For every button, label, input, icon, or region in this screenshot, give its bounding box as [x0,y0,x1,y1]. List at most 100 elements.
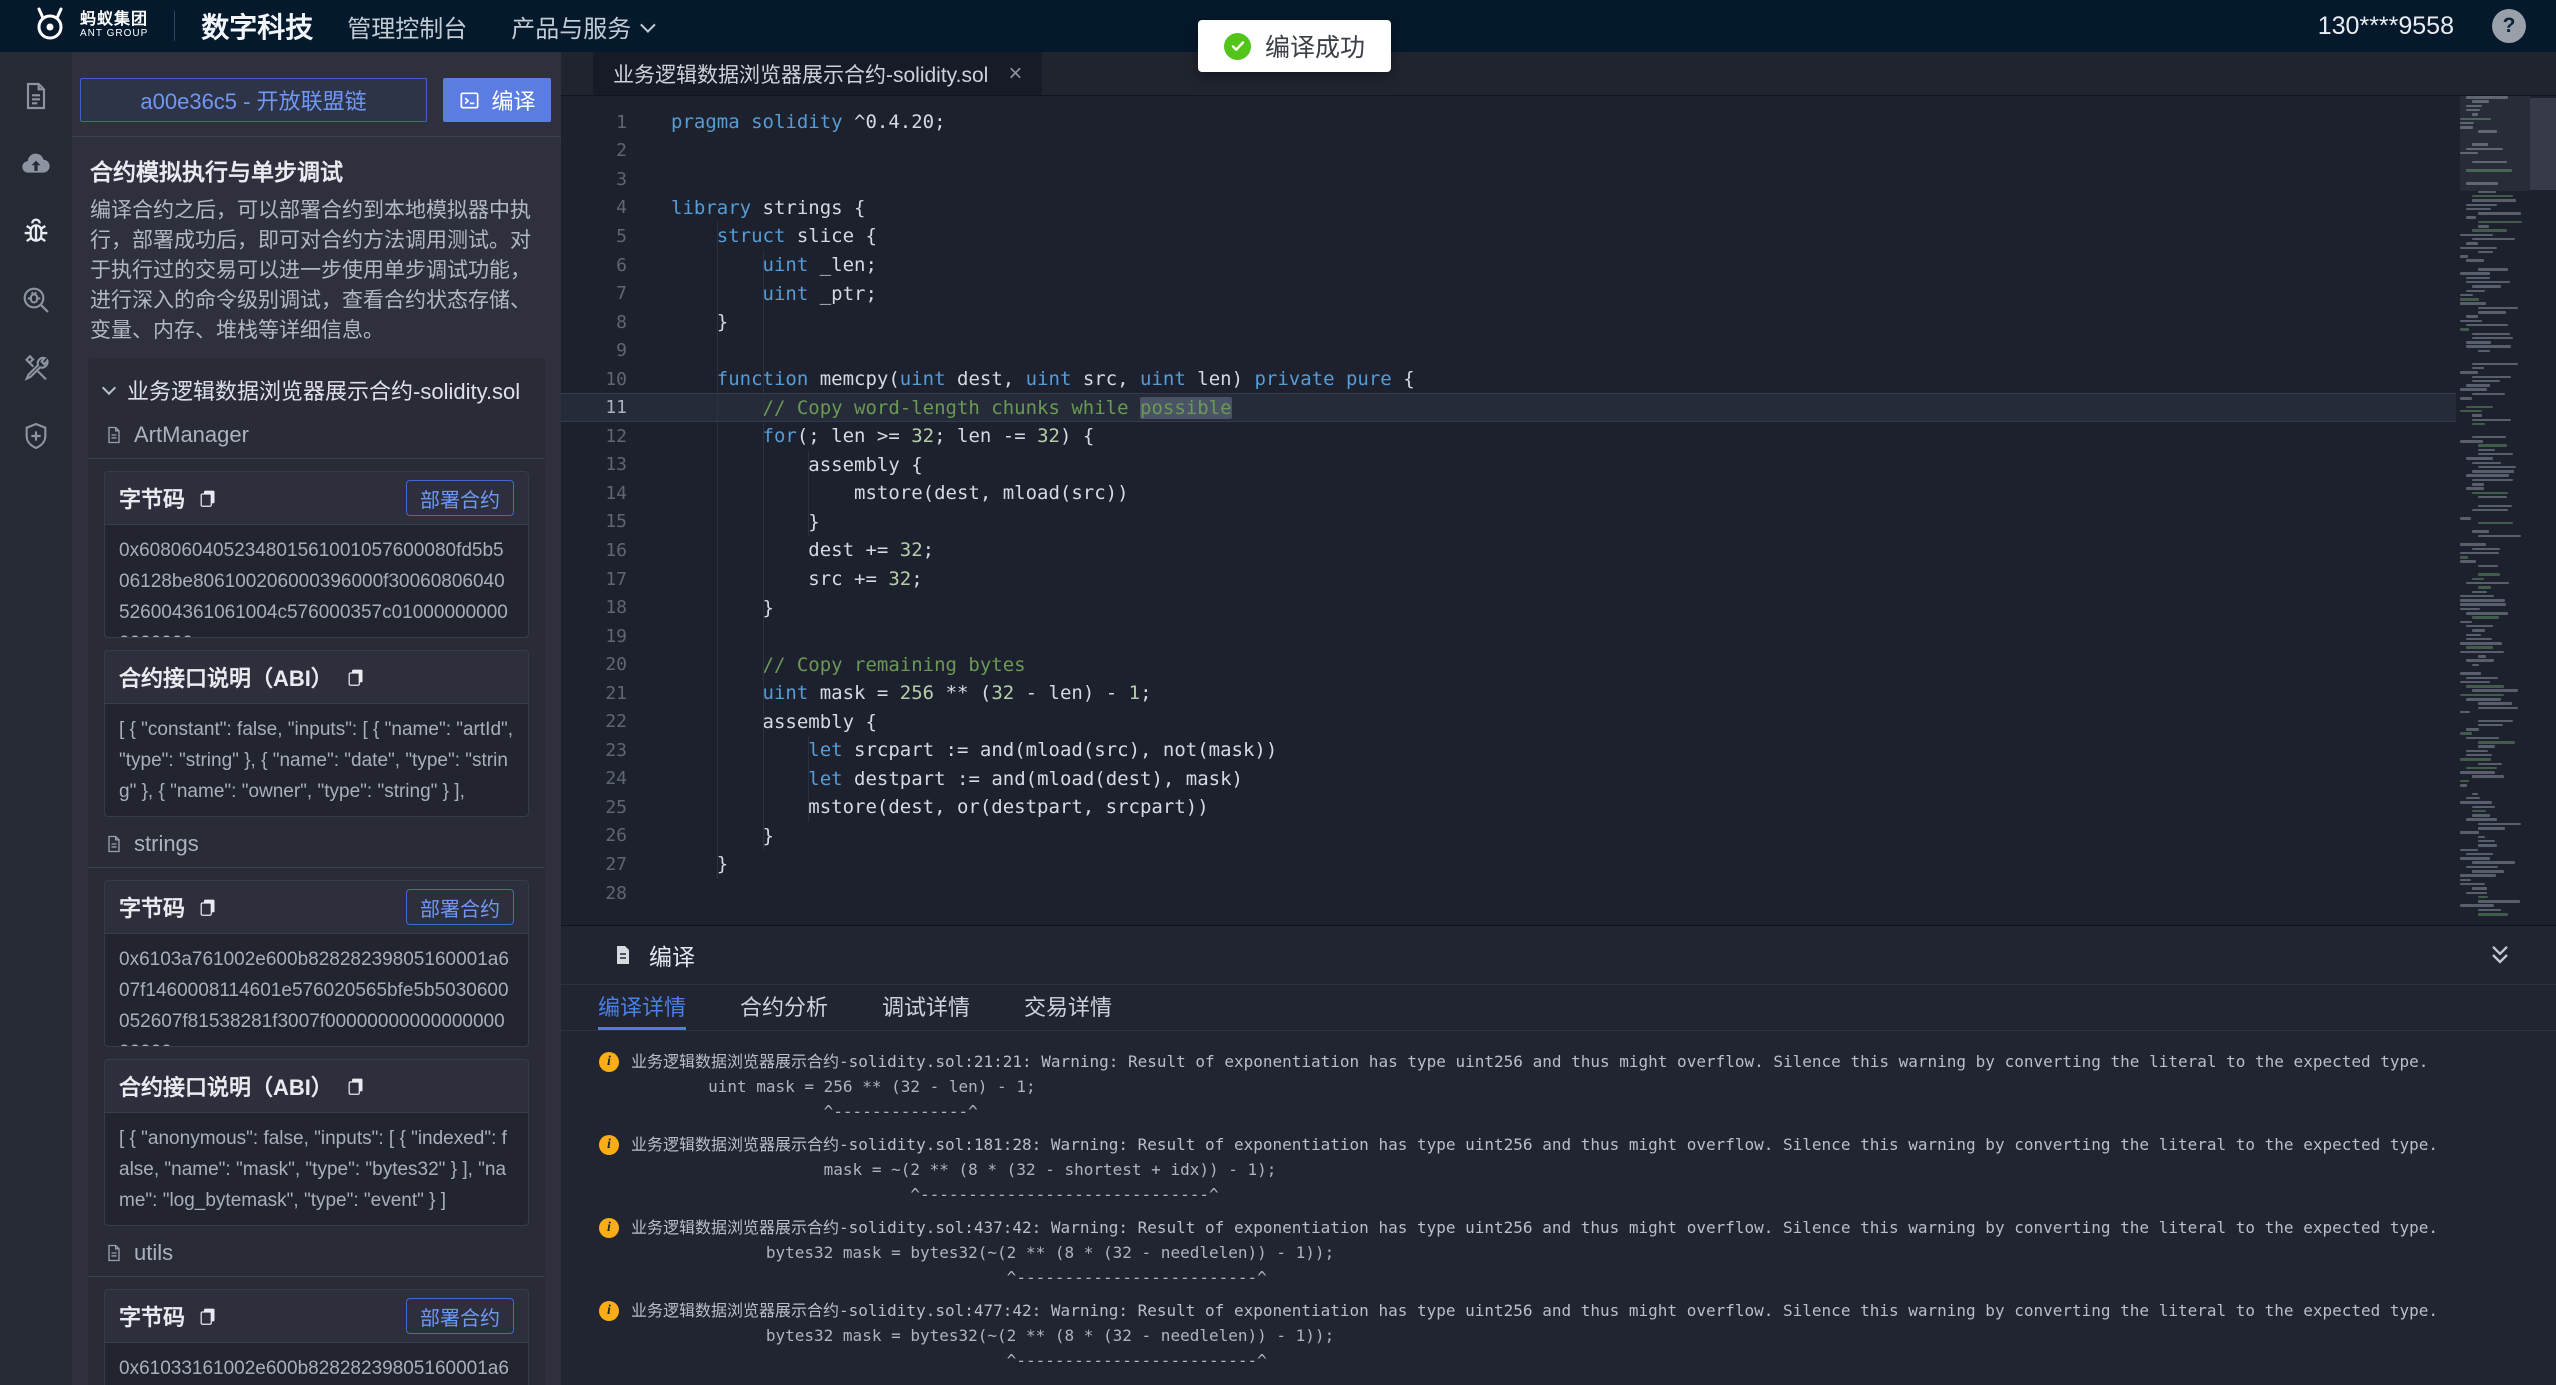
nav-console[interactable]: 管理控制台 [347,9,467,44]
code-text: uint _ptr; [671,283,877,305]
code-line[interactable]: 16 dest += 32; [561,536,2456,565]
output-tab-0[interactable]: 编译详情 [598,985,686,1030]
line-number: 2 [561,140,627,161]
indent-guide [717,222,718,879]
warning-info-icon: i [599,1052,619,1072]
warning-info-icon: i [599,1301,619,1321]
tree-root-file[interactable]: 业务逻辑数据浏览器展示合约-solidity.sol [88,358,545,408]
code-text: uint _len; [671,254,877,276]
code-line[interactable]: 21 uint mask = 256 ** (32 - len) - 1; [561,679,2456,708]
code-line[interactable]: 25 mstore(dest, or(destpart, srcpart)) [561,793,2456,822]
code-text: mstore(dest, or(destpart, srcpart)) [671,796,1209,818]
line-number: 8 [561,312,627,333]
code-line[interactable]: 3 [561,165,2456,194]
topbar-divider [174,11,175,41]
code-line[interactable]: 28 [561,879,2456,908]
copy-icon[interactable] [197,897,218,918]
deploy-contract-button[interactable]: 部署合约 [406,1298,514,1334]
minimap[interactable] [2460,96,2530,925]
minimap-viewport[interactable] [2460,96,2530,191]
code-line[interactable]: 23 let srcpart := and(mload(src), not(ma… [561,736,2456,765]
output-tab-3[interactable]: 交易详情 [1024,985,1112,1030]
code-line[interactable]: 1pragma solidity ^0.4.20; [561,108,2456,137]
bytecode-value: 0x6103a761002e600b82828239805160001a607f… [105,933,528,1046]
bytecode-card-header: 字节码部署合约 [105,472,528,524]
warning-info-icon: i [599,1135,619,1155]
close-icon[interactable]: × [1008,62,1022,86]
scrollbar-thumb[interactable] [2530,98,2556,190]
file-explorer-icon[interactable] [20,80,52,112]
tools-icon[interactable] [20,352,52,384]
divider [88,458,545,459]
code-area[interactable]: 1pragma solidity ^0.4.20; 2 34library stri… [561,96,2556,925]
code-line[interactable]: 12 for(; len >= 32; len -= 32) { [561,422,2456,451]
toast-text: 编译成功 [1265,28,1365,64]
code-line[interactable]: 7 uint _ptr; [561,279,2456,308]
code-line[interactable]: 9 [561,336,2456,365]
code-line[interactable]: 5 struct slice { [561,222,2456,251]
compile-button[interactable]: 编译 [443,78,551,122]
code-line[interactable]: 19 [561,622,2456,651]
product-name: 数字科技 [201,6,313,46]
bytecode-card: 字节码 部署合约 0x6103a761002e600b828282398051600… [104,880,529,1047]
cloud-upload-icon[interactable] [20,148,52,180]
deploy-contract-button[interactable]: 部署合约 [406,889,514,925]
code-line[interactable]: 15 } [561,508,2456,537]
copy-icon[interactable] [197,1306,218,1327]
line-number: 17 [561,569,627,590]
collapse-panel-icon[interactable] [2486,941,2514,969]
line-number: 18 [561,597,627,618]
output-tabs: 编译详情 合约分析 调试详情 交易详情 [561,984,2556,1031]
code-line[interactable]: 10 function memcpy(uint dest, uint src, … [561,365,2456,394]
copy-icon[interactable] [345,667,366,688]
code-line[interactable]: 2 [561,137,2456,166]
code-line[interactable]: 27 } [561,850,2456,879]
inspect-debug-search-icon[interactable] [20,284,52,316]
output-tab-2[interactable]: 调试详情 [882,985,970,1030]
bytecode-value: 0x608060405234801561001057600080fd5b5061… [105,524,528,637]
copy-icon[interactable] [197,488,218,509]
copy-icon[interactable] [345,1076,366,1097]
abi-value: [ { "constant": false, "inputs": [ { "na… [105,703,528,816]
nav-products-menu[interactable]: 产品与服务 [511,9,652,44]
code-line[interactable]: 6 uint _len; [561,251,2456,280]
chevron-down-icon [102,381,116,395]
editor-tab-bar: 业务逻辑数据浏览器展示合约-solidity.sol × [561,52,2556,96]
output-tab-1[interactable]: 合约分析 [740,985,828,1030]
code-line[interactable]: 4library strings { [561,194,2456,223]
chain-select-button[interactable]: a00e36c5 - 开放联盟链 [80,78,427,122]
abi-label: 合约接口说明（ABI） [119,661,333,693]
tree-file-item-utils[interactable]: utils [88,1226,545,1276]
shield-plus-icon[interactable] [20,420,52,452]
account-phone[interactable]: 130****9558 [2318,12,2454,41]
debug-icon[interactable] [20,216,52,248]
ant-group-logo[interactable]: 蚂蚁集团 ANT GROUP [30,4,148,49]
help-icon[interactable]: ? [2492,9,2526,43]
warning-item: i业务逻辑数据浏览器展示合约-solidity.sol:477:42: Warn… [599,1298,2556,1373]
code-line[interactable]: 17 src += 32; [561,565,2456,594]
code-line[interactable]: 26 } [561,822,2456,851]
code-text: let srcpart := and(mload(src), not(mask)… [671,739,1277,761]
code-line[interactable]: 20 // Copy remaining bytes [561,650,2456,679]
code-line[interactable]: 14 mstore(dest, mload(src)) [561,479,2456,508]
bytecode-label: 字节码 [119,891,185,923]
bytecode-label: 字节码 [119,1300,185,1332]
code-line[interactable]: 13 assembly { [561,451,2456,480]
deploy-contract-button[interactable]: 部署合约 [406,480,514,516]
editor-tab[interactable]: 业务逻辑数据浏览器展示合约-solidity.sol × [593,52,1042,95]
tree-file-item-strings[interactable]: strings [88,817,545,867]
tree-file-item-ArtManager[interactable]: ArtManager [88,408,545,458]
indent-guide [808,736,809,822]
tab-title: 业务逻辑数据浏览器展示合约-solidity.sol [613,59,988,89]
code-line[interactable]: 11 // Copy word-length chunks while poss… [561,393,2456,422]
code-text: src += 32; [671,568,923,590]
code-line[interactable]: 18 } [561,593,2456,622]
terminal-icon [458,89,481,112]
code-line[interactable]: 22 assembly { [561,707,2456,736]
code-line[interactable]: 8 } [561,308,2456,337]
code-line[interactable]: 24 let destpart := and(mload(dest), mask… [561,765,2456,794]
chevron-down-icon [640,17,656,33]
abi-label: 合约接口说明（ABI） [119,1070,333,1102]
code-text: } [671,511,820,533]
warning-item: i业务逻辑数据浏览器展示合约-solidity.sol:437:42: Warn… [599,1215,2556,1290]
